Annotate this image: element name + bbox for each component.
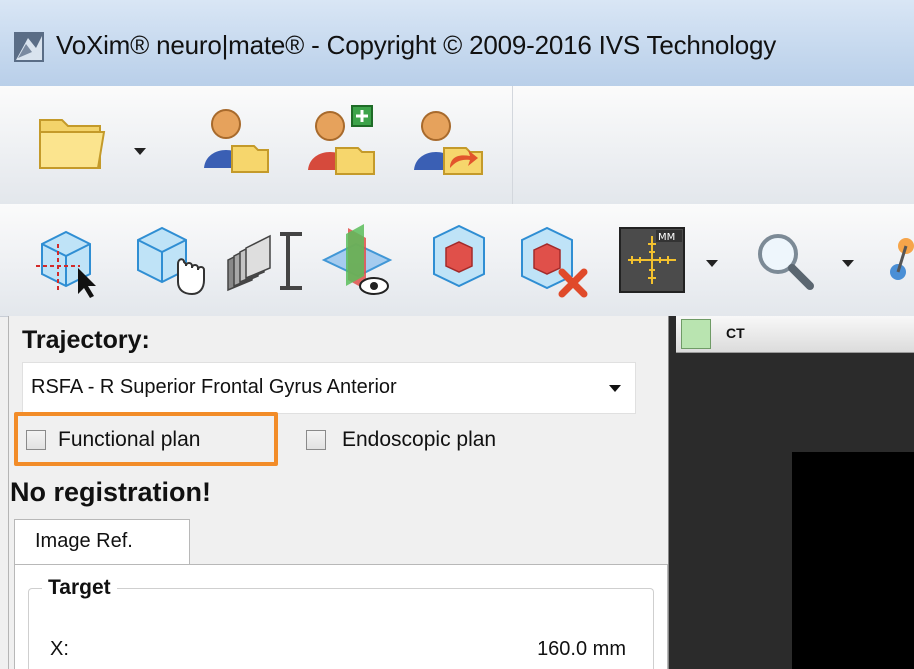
functional-plan-checkbox[interactable]: Functional plan <box>26 426 276 466</box>
ct-viewer-label: CT <box>726 325 745 341</box>
target-x-value: 160.0 mm <box>537 638 626 660</box>
endoscopic-plan-label: Endoscopic plan <box>342 428 497 451</box>
ct-image[interactable] <box>792 452 914 669</box>
window-title: VoXim® neuro|mate® - Copyright © 2009-20… <box>56 30 777 60</box>
trajectory-label: Trajectory: <box>22 326 150 354</box>
network-tool-icon[interactable] <box>884 234 914 294</box>
patient-add-icon[interactable] <box>304 104 378 176</box>
zoom-icon[interactable] <box>752 230 818 294</box>
endoscopic-plan-checkbox[interactable]: Endoscopic plan <box>306 426 566 466</box>
patient-export-icon[interactable] <box>410 106 484 178</box>
folder-dropdown-icon[interactable] <box>134 148 146 155</box>
functional-plan-check[interactable] <box>26 430 46 450</box>
tools-toolbar: MM <box>0 204 914 317</box>
tab-image-ref[interactable]: Image Ref. <box>14 519 190 565</box>
tab-label: Image Ref. <box>35 530 133 552</box>
chevron-down-icon[interactable] <box>609 385 621 392</box>
target-volume-icon[interactable] <box>428 224 490 290</box>
main-toolbar <box>0 86 914 205</box>
viewer-select-toggle[interactable] <box>681 319 711 349</box>
functional-plan-label: Functional plan <box>58 428 201 451</box>
cube-crosshair-icon[interactable] <box>36 226 104 298</box>
folder-open-icon[interactable] <box>38 110 108 172</box>
measure-badge-text: MM <box>658 232 675 243</box>
title-bar: VoXim® neuro|mate® - Copyright © 2009-20… <box>0 0 914 87</box>
measure-dropdown-icon[interactable] <box>706 260 718 267</box>
target-group-title: Target <box>42 576 117 600</box>
measure-mm-icon[interactable]: MM <box>618 226 686 294</box>
registration-status: No registration! <box>10 477 212 507</box>
trajectory-select[interactable]: RSFA - R Superior Frontal Gyrus Anterior <box>22 362 636 414</box>
trajectory-selected-value: RSFA - R Superior Frontal Gyrus Anterior <box>31 376 397 398</box>
endoscopic-plan-check[interactable] <box>306 430 326 450</box>
ct-viewer-header <box>676 316 914 353</box>
slice-stack-icon[interactable] <box>224 230 304 292</box>
cube-hand-icon[interactable] <box>134 224 206 296</box>
voxim-app-icon <box>14 32 44 62</box>
target-remove-icon[interactable] <box>516 226 592 298</box>
target-x-label: X: <box>50 638 69 660</box>
patient-open-icon[interactable] <box>200 106 270 176</box>
plane-eye-icon[interactable] <box>318 220 400 298</box>
zoom-dropdown-icon[interactable] <box>842 260 854 267</box>
